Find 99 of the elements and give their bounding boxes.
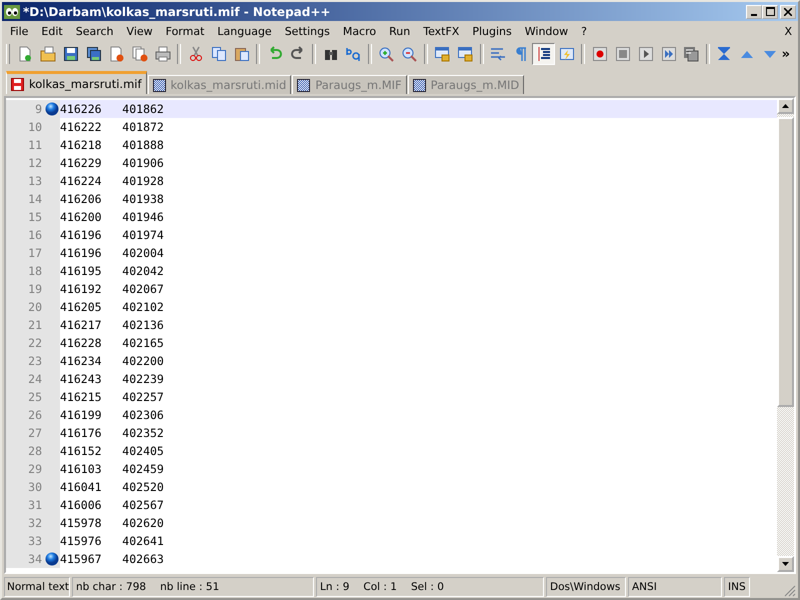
code-line: 416205 402102 [60, 299, 165, 316]
menu-item[interactable]: Plugins [465, 24, 518, 38]
code-line: 416195 402042 [60, 263, 165, 280]
close-document-button[interactable]: X [784, 24, 797, 38]
indent-guide-icon[interactable] [532, 43, 556, 65]
line-number: 25 [6, 388, 44, 406]
menu-item[interactable]: Run [382, 24, 416, 38]
line-number: 33 [6, 532, 44, 550]
line-number: 27 [6, 424, 44, 442]
app-icon [4, 4, 20, 18]
line-number: 22 [6, 334, 44, 352]
menu-item[interactable]: Edit [34, 24, 69, 38]
toolbar-separator [706, 44, 710, 64]
up-arrow-icon [782, 104, 789, 108]
menu-item[interactable]: Search [68, 24, 120, 38]
status-text: nb char : 798 [76, 581, 146, 593]
line-number: 19 [6, 280, 44, 298]
line-number: 17 [6, 244, 44, 262]
menu-item[interactable]: TextFX [416, 24, 466, 38]
close-icon [784, 8, 792, 16]
line-number: 28 [6, 442, 44, 460]
close-button[interactable] [780, 4, 796, 18]
window-title: *D:\Darbam\kolkas_marsruti.mif - Notepad++ [23, 4, 330, 18]
status-text: Normal text [7, 581, 70, 593]
code-line: 416200 401946 [60, 209, 165, 226]
code-line: 416228 402165 [60, 335, 165, 352]
code-line: 416006 402567 [60, 497, 165, 514]
status-text: Col : 1 [363, 581, 397, 593]
code-line: 416176 402352 [60, 425, 165, 442]
toolbar-separator [424, 44, 428, 64]
minimize-icon [751, 14, 757, 16]
toolbar-overflow-button[interactable]: » [782, 46, 798, 62]
line-number: 12 [6, 154, 44, 172]
menu-item[interactable]: Format [158, 24, 210, 38]
code-line: 416217 402136 [60, 317, 165, 334]
code-line: 416218 401888 [60, 137, 165, 154]
code-line: 416229 401906 [60, 155, 165, 172]
maximize-icon [766, 7, 774, 16]
toolbar-separator [256, 44, 260, 64]
minimize-button[interactable] [746, 4, 762, 18]
toolbar-separator [312, 44, 316, 64]
line-number: 21 [6, 316, 44, 334]
code-line: 416224 401928 [60, 173, 165, 190]
status-text: ANSI [632, 581, 657, 593]
line-number: 18 [6, 262, 44, 280]
line-number: 24 [6, 370, 44, 388]
menu-item[interactable]: ? [574, 24, 593, 38]
maximize-button[interactable] [762, 4, 778, 18]
status-text: nb line : 51 [160, 581, 220, 593]
code-line: 415978 402620 [60, 515, 165, 532]
code-line: 416041 402520 [60, 479, 165, 496]
line-number: 13 [6, 172, 44, 190]
menu-item[interactable]: Macro [336, 24, 382, 38]
down-arrow-icon [782, 562, 789, 566]
line-number: 10 [6, 118, 44, 136]
line-number: 29 [6, 460, 44, 478]
code-line: 416222 401872 [60, 119, 165, 136]
line-number: 32 [6, 514, 44, 532]
line-number: 34 [6, 550, 44, 568]
status-text: Sel : 0 [410, 581, 444, 593]
code-line: 416196 401974 [60, 227, 165, 244]
code-line: 415967 402663 [60, 551, 165, 568]
resize-grip-icon[interactable] [784, 585, 796, 597]
code-line: 416243 402239 [60, 371, 165, 388]
scroll-up-button[interactable] [777, 98, 794, 114]
code-line: 416152 402405 [60, 443, 165, 460]
menu-item[interactable]: Language [210, 24, 278, 38]
line-number: 14 [6, 190, 44, 208]
menu-item[interactable]: Window [518, 24, 574, 38]
status-text: INS [728, 581, 746, 593]
status-text: Ln : 9 [320, 581, 350, 593]
line-number: 31 [6, 496, 44, 514]
code-line: 416196 402004 [60, 245, 165, 262]
line-number: 20 [6, 298, 44, 316]
toolbar-separator [480, 44, 484, 64]
status-text: Dos\Windows [550, 581, 620, 593]
code-line: 416192 402067 [60, 281, 165, 298]
toolbar-separator [581, 44, 586, 64]
line-number: 30 [6, 478, 44, 496]
code-line: 416199 402306 [60, 407, 165, 424]
menu-item[interactable]: Settings [278, 24, 336, 38]
toolbar-separator [368, 44, 372, 64]
scroll-down-button[interactable] [777, 556, 794, 572]
line-number: 16 [6, 226, 44, 244]
toolbar-separator [177, 44, 182, 64]
line-number: 9 [6, 100, 44, 118]
file-tab[interactable]: kolkas_marsruti.mif [6, 71, 147, 94]
code-line: 416103 402459 [60, 461, 165, 478]
line-number: 15 [6, 208, 44, 226]
code-line: 416234 402200 [60, 353, 165, 370]
line-number: 11 [6, 136, 44, 154]
line-number: 23 [6, 352, 44, 370]
menu-item[interactable]: View [120, 24, 159, 38]
line-number: 26 [6, 406, 44, 424]
code-line: 416215 402257 [60, 389, 165, 406]
scrollbar-thumb[interactable] [777, 117, 794, 407]
menu-item[interactable]: File [3, 24, 34, 38]
code-line: 416206 401938 [60, 191, 165, 208]
code-line: 415976 402641 [60, 533, 165, 550]
